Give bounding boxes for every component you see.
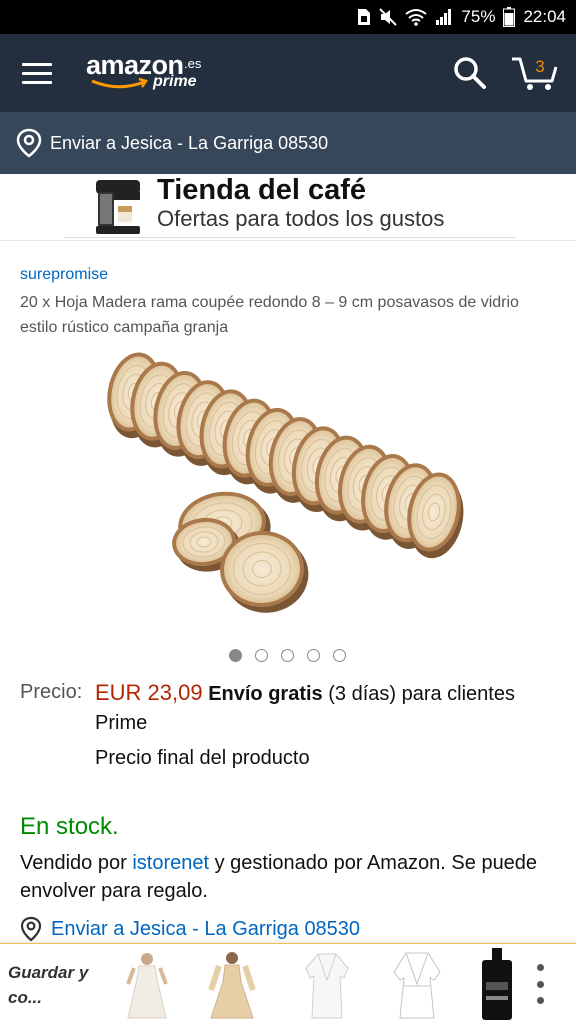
cart-count[interactable]: 3 [533, 57, 547, 77]
product-image[interactable] [92, 344, 484, 620]
section-divider [0, 240, 576, 241]
image-carousel-dots [229, 649, 346, 662]
final-price-note: Precio final del producto [95, 747, 310, 769]
deliver-to-link[interactable]: Enviar a Jesica - La Garriga 08530 [20, 916, 360, 942]
carousel-dot-3[interactable] [281, 649, 294, 662]
location-pin-icon [20, 916, 42, 942]
carousel-dot-2[interactable] [255, 649, 268, 662]
wifi-icon [405, 8, 428, 26]
battery-percent: 75% [461, 7, 496, 26]
seller-link[interactable]: istorenet [132, 852, 209, 874]
signal-icon [435, 8, 453, 26]
mute-icon [379, 8, 398, 26]
logo-prime: prime [153, 73, 197, 90]
location-pin-icon [16, 128, 42, 158]
free-shipping-label: Envío gratis [208, 683, 323, 705]
sold-by-text: Vendido por istorenet y gestionado por A… [20, 849, 560, 905]
clock: 22:04 [523, 7, 566, 26]
status-bar: 75% 22:04 [0, 0, 576, 34]
logo-domain: .es [184, 56, 202, 71]
beige-gown-thumb[interactable] [205, 950, 259, 1020]
sim-icon [357, 8, 371, 26]
battery-icon [503, 7, 516, 27]
stock-status: En stock. [20, 813, 119, 840]
menu-icon[interactable] [22, 56, 58, 90]
black-bottle-thumb[interactable] [478, 946, 524, 1022]
saved-items-bar: Guardar y co... [0, 943, 576, 1024]
price-value: EUR 23,09 [95, 680, 203, 705]
saved-items-label[interactable]: Guardar y co... [8, 960, 98, 1010]
banner-subtitle: Ofertas para todos los gustos [157, 206, 445, 231]
carousel-dot-5[interactable] [333, 649, 346, 662]
more-options-icon[interactable] [534, 964, 546, 1004]
deliver-to-text: Enviar a Jesica - La Garriga 08530 [50, 132, 329, 153]
search-icon[interactable] [452, 55, 488, 91]
coffee-machine-icon [96, 180, 140, 234]
smile-icon [91, 78, 148, 89]
coffee-store-banner[interactable]: Tienda del café Ofertas para todos los g… [60, 174, 516, 238]
carousel-dot-1[interactable] [229, 649, 242, 662]
product-title: 20 x Hoja Madera rama coupée redondo 8 –… [20, 294, 519, 336]
white-robe-thumb[interactable] [302, 950, 352, 1020]
brand-link[interactable]: surepromise [20, 266, 108, 284]
price-label: Precio: [20, 681, 83, 703]
app-header: amazon .es prime [0, 34, 576, 112]
deliver-to-link-text: Enviar a Jesica - La Garriga 08530 [51, 917, 361, 940]
white-dress-thumb[interactable] [120, 950, 174, 1020]
deliver-to-bar[interactable]: Enviar a Jesica - La Garriga 08530 [0, 112, 576, 174]
sold-prefix: Vendido por [20, 852, 133, 874]
banner-divider [64, 237, 516, 238]
amazon-prime-logo[interactable]: amazon .es prime [86, 50, 226, 100]
carousel-dot-4[interactable] [307, 649, 320, 662]
banner-title: Tienda del café [157, 174, 366, 206]
satin-robe-thumb[interactable] [392, 950, 442, 1020]
price-block: EUR 23,09 Envío gratis (3 días) para cli… [95, 678, 555, 738]
